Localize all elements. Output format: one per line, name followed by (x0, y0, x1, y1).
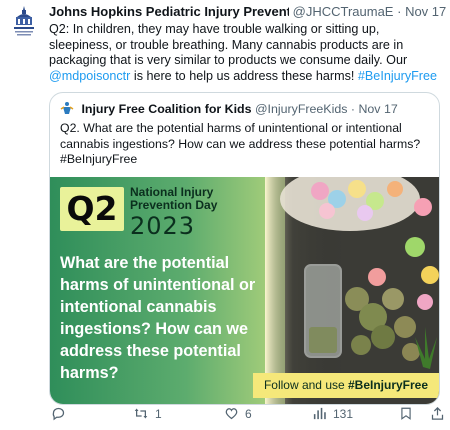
tweet-timestamp[interactable]: Nov 17 (405, 4, 446, 19)
quoted-author-name: Injury Free Coalition for Kids (81, 102, 252, 116)
injury-free-logo-icon (60, 101, 74, 115)
mention-link[interactable]: @mdpoisonctr (49, 69, 130, 83)
separator-dot: · (350, 102, 356, 116)
quoted-tweet-header: Injury Free Coalition for Kids @InjuryFr… (60, 101, 430, 117)
heart-icon (225, 408, 238, 420)
views-count: 131 (333, 407, 354, 421)
retweet-count: 1 (155, 407, 162, 421)
tweet-text: Q2: In children, they may have trouble w… (49, 22, 445, 84)
like-button[interactable]: 6 (224, 404, 252, 424)
event-year: 2023 (130, 212, 196, 240)
like-count: 6 (245, 407, 252, 421)
retweet-button[interactable]: 1 (133, 404, 162, 424)
quoted-tweet-text: Q2. What are the potential harms of unin… (60, 121, 421, 167)
share-icon (431, 406, 444, 420)
q2-badge: Q2 (66, 189, 118, 228)
retweet-icon (134, 408, 148, 419)
graphic-question: What are the potential harms of unintent… (60, 254, 256, 382)
quoted-tweet-card[interactable]: Injury Free Coalition for Kids @InjuryFr… (49, 92, 440, 405)
hashtag-link[interactable]: #BeInjuryFree (358, 69, 437, 83)
cannabis-gummies-photo (265, 177, 439, 404)
reply-button[interactable] (51, 404, 66, 424)
author-name[interactable]: Johns Hopkins Pediatric Injury Preventio… (49, 4, 289, 20)
follow-hashtag: #BeInjuryFree (348, 378, 429, 392)
author-handle[interactable]: @JHCCTraumaE (293, 4, 394, 19)
follow-banner: Follow and use #BeInjuryFree (253, 373, 439, 398)
quoted-tweet-image[interactable]: Q2 National Injury Prevention Day 2023 W… (50, 177, 439, 404)
tweet-text-lead: Q2: In children, they may have trouble w… (49, 22, 408, 68)
follow-prefix: Follow and use (263, 378, 348, 392)
views-button[interactable]: 131 (312, 404, 353, 424)
tweet[interactable]: Johns Hopkins Pediatric Injury Preventio… (0, 0, 450, 430)
separator-dot: · (397, 4, 402, 19)
quoted-author-handle: @InjuryFreeKids (254, 102, 348, 116)
johns-hopkins-logo-icon (14, 6, 34, 36)
tweet-header: Johns Hopkins Pediatric Injury Preventio… (49, 4, 447, 20)
share-button[interactable] (430, 404, 445, 424)
author-avatar[interactable] (12, 4, 36, 38)
views-icon (313, 407, 326, 420)
bookmark-icon (401, 407, 411, 420)
tweet-text-mid: is here to help us address these harms! (130, 68, 358, 83)
reply-icon (52, 407, 65, 421)
quoted-timestamp: Nov 17 (358, 102, 398, 116)
event-title: National Injury Prevention Day (130, 185, 218, 212)
tweet-action-bar: 1 6 131 (49, 404, 447, 424)
bookmark-button[interactable] (399, 404, 413, 424)
